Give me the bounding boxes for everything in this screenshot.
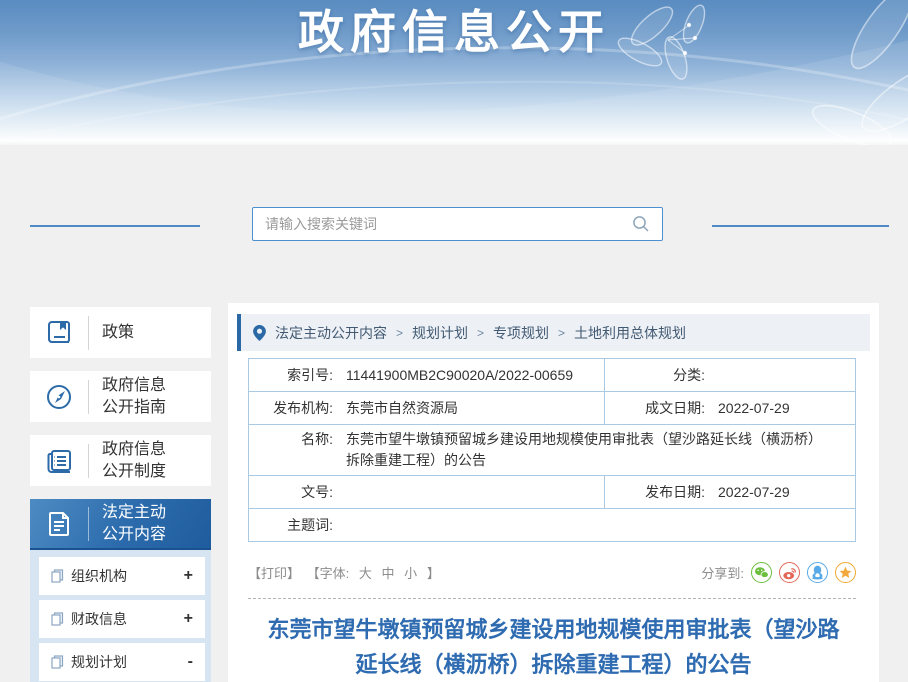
sidebar-item-label: 政府信息公开指南 <box>89 375 181 419</box>
sidebar-item-guide[interactable]: 政府信息公开指南 <box>30 371 211 422</box>
page-icon <box>51 569 64 583</box>
search-input[interactable] <box>265 216 632 232</box>
breadcrumb-item[interactable]: 土地利用总体规划 <box>574 323 686 343</box>
document-number-label: 文号: <box>249 482 333 502</box>
sidebar-item-policy[interactable]: 政策 <box>30 307 211 358</box>
index-number-value: 11441900MB2C90020A/2022-00659 <box>346 367 573 383</box>
breadcrumb-separator: > <box>558 326 565 340</box>
table-row: 主题词: <box>249 509 856 542</box>
publish-date-value: 2022-07-29 <box>718 484 790 500</box>
search-divider-right <box>712 225 889 227</box>
share-weibo-icon[interactable] <box>779 562 800 583</box>
breadcrumb-item[interactable]: 规划计划 <box>412 323 468 343</box>
sidebar-subitem-organization[interactable]: 组织机构 + <box>39 557 205 595</box>
share-label: 分享到: <box>701 563 744 582</box>
table-row: 发布机构: 东莞市自然资源局 成文日期: 2022-07-29 <box>249 392 856 425</box>
sidebar-subitem-finance[interactable]: 财政信息 + <box>39 600 205 638</box>
document-icon <box>30 508 88 540</box>
page-icon <box>51 655 64 669</box>
expand-toggle[interactable]: + <box>184 610 193 628</box>
search-divider-left <box>30 225 200 227</box>
breadcrumb-separator: > <box>477 326 484 340</box>
sidebar-item-statutory-disclosure[interactable]: 法定主动公开内容 <box>30 499 211 551</box>
breadcrumb-item[interactable]: 法定主动公开内容 <box>275 323 387 343</box>
index-number-label: 索引号: <box>249 365 333 385</box>
book-icon <box>30 317 88 349</box>
share-qzone-icon[interactable] <box>835 562 856 583</box>
page-title: 政府信息公开 <box>0 0 908 62</box>
font-size-medium[interactable]: 中 <box>382 566 395 581</box>
category-label: 分类: <box>605 365 705 385</box>
print-button[interactable]: 【打印】 <box>248 566 300 581</box>
table-row: 文号: 发布日期: 2022-07-29 <box>249 476 856 509</box>
breadcrumb-separator: > <box>396 326 403 340</box>
dashed-divider <box>248 598 856 599</box>
subject-words-label: 主题词: <box>249 515 333 535</box>
sidebar: 政策 政府信息公开指南 政府信息公开制度 <box>30 307 211 551</box>
page-icon <box>51 612 64 626</box>
location-pin-icon <box>253 325 266 341</box>
publish-date-label: 发布日期: <box>605 482 705 502</box>
subitem-label: 财政信息 <box>71 609 127 629</box>
breadcrumb-item[interactable]: 专项规划 <box>493 323 549 343</box>
font-size-controls: 【字体: 大 中 小 】 <box>304 566 443 581</box>
document-name-label: 名称: <box>249 429 333 449</box>
sidebar-item-label: 政策 <box>89 322 181 344</box>
sidebar-subpanel: 组织机构 + 财政信息 + 规划计划 - <box>30 550 211 682</box>
issuing-agency-label: 发布机构: <box>249 398 333 418</box>
sidebar-item-label: 法定主动公开内容 <box>89 502 181 546</box>
subitem-label: 规划计划 <box>71 652 127 672</box>
table-row: 名称: 东莞市望牛墩镇预留城乡建设用地规模使用审批表（望沙路延长线（横沥桥）拆除… <box>249 425 856 476</box>
written-date-label: 成文日期: <box>605 398 705 418</box>
sidebar-item-rules[interactable]: 政府信息公开制度 <box>30 435 211 486</box>
table-row: 索引号: 11441900MB2C90020A/2022-00659 分类: <box>249 359 856 392</box>
document-name-value: 东莞市望牛墩镇预留城乡建设用地规模使用审批表（望沙路延长线（横沥桥）拆除重建工程… <box>346 429 855 471</box>
search-box <box>252 207 663 241</box>
rules-book-icon <box>30 445 88 477</box>
compass-icon <box>30 381 88 413</box>
search-icon[interactable] <box>632 215 650 233</box>
print-font-controls: 【打印】 【字体: 大 中 小 】 <box>248 563 443 582</box>
issuing-agency-value: 东莞市自然资源局 <box>346 398 458 418</box>
share-qq-icon[interactable] <box>807 562 828 583</box>
toolbar: 【打印】 【字体: 大 中 小 】 分享到: <box>248 562 856 583</box>
document-meta-table: 索引号: 11441900MB2C90020A/2022-00659 分类: 发… <box>248 358 856 542</box>
subitem-label: 组织机构 <box>71 566 127 586</box>
sidebar-item-label: 政府信息公开制度 <box>89 439 181 483</box>
collapse-toggle[interactable]: - <box>188 653 193 671</box>
font-size-suffix: 】 <box>427 566 440 581</box>
banner: 政府信息公开 <box>0 0 908 145</box>
font-size-large[interactable]: 大 <box>359 566 372 581</box>
article-title: 东莞市望牛墩镇预留城乡建设用地规模使用审批表（望沙路延长线（横沥桥）拆除重建工程… <box>266 612 841 682</box>
sidebar-subitem-planning[interactable]: 规划计划 - <box>39 643 205 681</box>
share-wechat-icon[interactable] <box>751 562 772 583</box>
share-bar: 分享到: <box>701 562 856 583</box>
main-content: 法定主动公开内容 > 规划计划 > 专项规划 > 土地利用总体规划 索引号: 1… <box>228 303 879 682</box>
written-date-value: 2022-07-29 <box>718 400 790 416</box>
font-size-small[interactable]: 小 <box>404 566 417 581</box>
expand-toggle[interactable]: + <box>184 567 193 585</box>
breadcrumb: 法定主动公开内容 > 规划计划 > 专项规划 > 土地利用总体规划 <box>237 314 870 351</box>
font-size-prefix: 【字体: <box>307 566 350 581</box>
